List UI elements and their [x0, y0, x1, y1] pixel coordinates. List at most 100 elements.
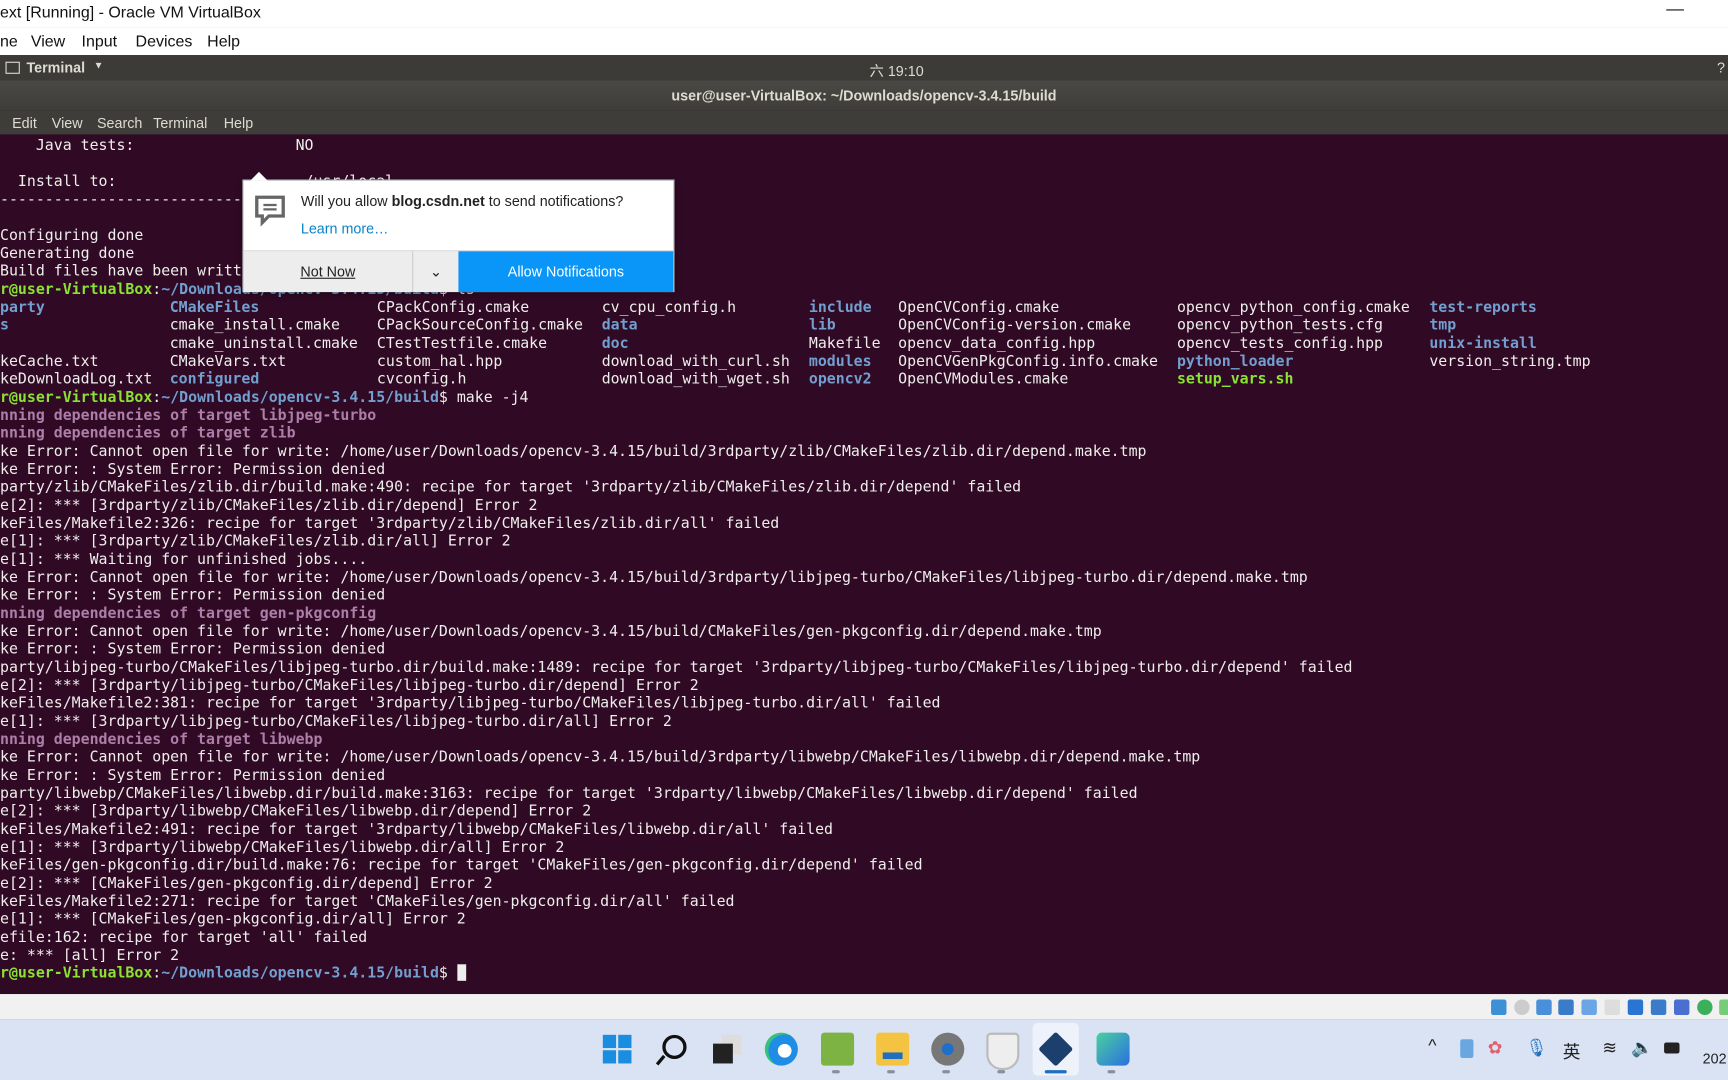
- ls-file: CPackSourceConfig.cmake: [376, 316, 583, 335]
- edge-icon[interactable]: [764, 1032, 798, 1066]
- terminal-line: efile:162: recipe for target 'all' faile…: [0, 928, 367, 946]
- ls-file: opencv_python_tests.cfg: [1176, 316, 1383, 335]
- terminal-line: Generating done: [0, 245, 134, 263]
- more-options-dropdown[interactable]: ⌄: [412, 251, 458, 293]
- terminal-line: ke Error: Cannot open file for write: /h…: [0, 569, 1308, 587]
- display-icon[interactable]: [1627, 999, 1644, 1015]
- ls-file: OpenCVConfig.cmake: [898, 298, 1060, 317]
- minimize-button[interactable]: —: [1666, 0, 1684, 20]
- shield-icon[interactable]: [986, 1032, 1020, 1071]
- output-text: ke Error: : System Error: Permission den…: [0, 460, 386, 479]
- not-now-button[interactable]: Not Now: [244, 251, 413, 292]
- prompt-path: ~/Downloads/opencv-3.4.15/build: [161, 388, 439, 407]
- optical-drive-icon[interactable]: [1514, 999, 1530, 1015]
- ls-file: CTestTestfile.cmake: [376, 334, 548, 353]
- menu-view[interactable]: View: [31, 33, 65, 51]
- terminal-line: ke Error: : System Error: Permission den…: [0, 641, 385, 659]
- ls-file: keDownloadLog.txt: [0, 370, 153, 389]
- terminal-menu-view[interactable]: View: [52, 115, 83, 132]
- wifi-icon[interactable]: ≋: [1602, 1037, 1617, 1059]
- notification-permission-popup: Will you allow blog.csdn.net to send not…: [242, 171, 675, 293]
- output-text: efile:162: recipe for target 'all' faile…: [0, 928, 368, 947]
- app-icon[interactable]: [1096, 1032, 1130, 1066]
- learn-more-link[interactable]: Learn more…: [301, 220, 389, 237]
- windows-taskbar: ^ ✿ 🎙 英 ≋ 🔈 202: [0, 1019, 1728, 1080]
- terminal-line: ke Error: Cannot open file for write: /h…: [0, 443, 1147, 461]
- running-indicator: [942, 1070, 950, 1074]
- ls-directory: s: [0, 316, 9, 335]
- terminal-title: user@user-VirtualBox: ~/Downloads/opencv…: [0, 80, 1728, 111]
- output-text: :: [152, 388, 162, 407]
- volume-icon[interactable]: 🔈: [1631, 1037, 1653, 1059]
- show-hidden-icons-chevron[interactable]: ^: [1428, 1037, 1436, 1057]
- output-text: ke Error: Cannot open file for write: /h…: [0, 748, 1201, 767]
- windows-start-icon[interactable]: [601, 1033, 634, 1066]
- active-indicator: [1044, 1070, 1067, 1074]
- task-view-icon[interactable]: [711, 1033, 744, 1066]
- output-text: e: *** [all] Error 2: [0, 946, 180, 965]
- terminal-line: e[1]: *** [3rdparty/libjpeg-turbo/CMakeF…: [0, 713, 672, 731]
- terminal-menu-terminal[interactable]: Terminal: [153, 115, 207, 132]
- clock[interactable]: 六 19:10: [870, 60, 924, 81]
- battery-icon[interactable]: [1664, 1042, 1680, 1054]
- terminal-line: Java tests: NO: [0, 137, 314, 155]
- app-menu-terminal[interactable]: Terminal: [26, 60, 85, 77]
- output-text: $ make -j4: [438, 388, 529, 407]
- menu-input[interactable]: Input: [82, 33, 118, 51]
- terminal-line: Configuring done: [0, 227, 143, 245]
- make-target-text: nning dependencies of target libjpeg-tur…: [0, 406, 377, 425]
- output-text: :: [152, 280, 162, 299]
- network-icon[interactable]: [1558, 999, 1574, 1015]
- hard-disk-icon[interactable]: [1491, 999, 1507, 1015]
- prompt-user: r@user-VirtualBox: [0, 964, 153, 983]
- cpu-icon[interactable]: [1673, 999, 1690, 1015]
- terminal-menu-search[interactable]: Search: [97, 115, 142, 132]
- popup-message: Will you allow blog.csdn.net to send not…: [301, 193, 623, 210]
- microphone-icon[interactable]: 🎙: [1525, 1037, 1547, 1059]
- recording-icon[interactable]: [1650, 999, 1667, 1015]
- ls-file: cmake_uninstall.cmake: [169, 334, 358, 353]
- ls-file: download_with_curl.sh: [601, 352, 790, 371]
- ls-directory: doc: [601, 334, 629, 353]
- running-indicator: [887, 1070, 895, 1074]
- terminal-menu-edit[interactable]: Edit: [12, 115, 37, 132]
- output-text: e[1]: *** [3rdparty/libwebp/CMakeFiles/l…: [0, 838, 565, 857]
- ls-file: opencv_python_config.cmake: [1176, 298, 1410, 317]
- system-menu[interactable]: ?: [1717, 60, 1725, 77]
- terminal-cursor: [456, 964, 466, 982]
- ls-directory: modules: [808, 352, 872, 371]
- output-text: ke Error: Cannot open file for write: /h…: [0, 442, 1147, 461]
- output-text: Generating done: [0, 244, 135, 263]
- terminal-line: ke Error: : System Error: Permission den…: [0, 767, 385, 785]
- running-indicator: [997, 1070, 1006, 1074]
- menu-machine[interactable]: ne: [0, 33, 18, 51]
- output-text: keFiles/Makefile2:271: recipe for target…: [0, 892, 735, 911]
- terminal-line: ke Error: Cannot open file for write: /h…: [0, 623, 1102, 641]
- menu-help[interactable]: Help: [207, 33, 240, 51]
- popup-button-bar: Not Now ⌄ Allow Notifications: [243, 250, 674, 293]
- file-explorer-icon[interactable]: [876, 1032, 910, 1066]
- guest-additions-icon[interactable]: [1697, 999, 1713, 1015]
- terminal-menu-help[interactable]: Help: [224, 115, 253, 132]
- notepad-plus-plus-icon[interactable]: [821, 1032, 855, 1066]
- audio-icon[interactable]: [1536, 999, 1552, 1015]
- allow-notifications-button[interactable]: Allow Notifications: [458, 251, 674, 293]
- search-icon[interactable]: [655, 1033, 689, 1066]
- shared-folder-icon[interactable]: [1604, 999, 1620, 1015]
- message-suffix: to send notifications?: [484, 192, 624, 210]
- output-text: e[1]: *** [CMakeFiles/gen-pkgconfig.dir/…: [0, 910, 466, 929]
- mouse-integration-icon[interactable]: [1719, 999, 1728, 1015]
- usb-icon[interactable]: [1581, 999, 1597, 1015]
- output-text: party/libwebp/CMakeFiles/libwebp.dir/bui…: [0, 784, 1138, 803]
- ime-indicator[interactable]: 英: [1563, 1037, 1581, 1063]
- settings-icon[interactable]: [931, 1032, 965, 1066]
- clock-date[interactable]: 202: [1703, 1050, 1727, 1067]
- running-indicator: [832, 1070, 840, 1074]
- usb-tray-icon[interactable]: [1460, 1039, 1474, 1058]
- menu-devices[interactable]: Devices: [136, 33, 193, 51]
- terminal-menubar: Edit View Search Terminal Help: [0, 110, 1728, 135]
- app-tray-icon[interactable]: ✿: [1488, 1037, 1503, 1059]
- ls-file: cv_cpu_config.h: [601, 298, 737, 317]
- terminal-line: ke Error: : System Error: Permission den…: [0, 587, 385, 605]
- output-text: keFiles/Makefile2:381: recipe for target…: [0, 694, 941, 713]
